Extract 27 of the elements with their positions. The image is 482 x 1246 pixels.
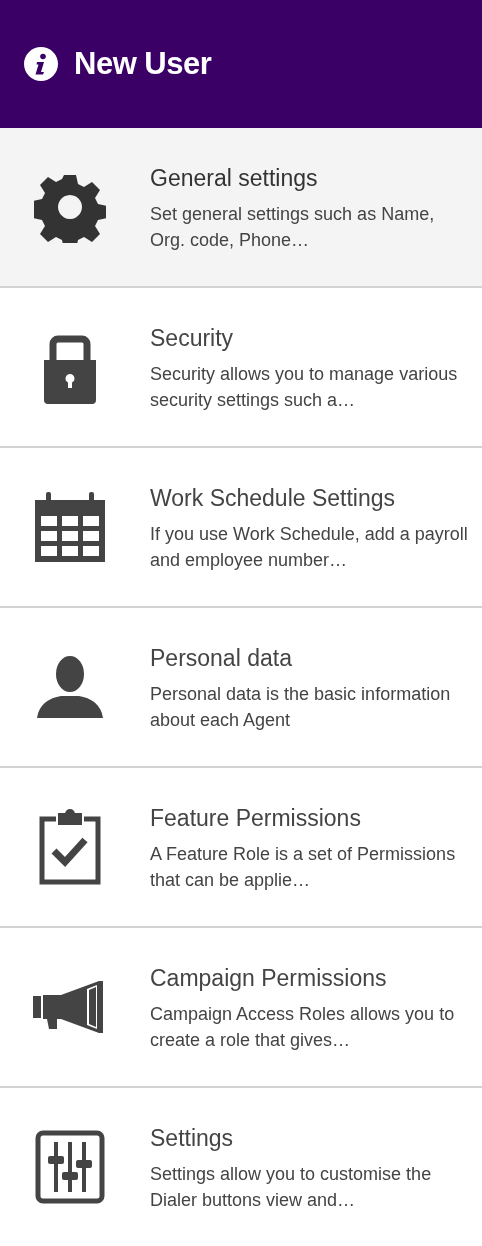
info-icon — [24, 47, 58, 81]
settings-list-item[interactable]: Feature Permissions A Feature Role is a set of Permissions that can be applie… — [0, 768, 482, 928]
item-description: If you use Work Schedule, add a payroll and employee number… — [150, 523, 469, 573]
item-title: Feature Permissions — [150, 803, 362, 833]
item-description: A Feature Role is a set of Permissions that can be applie… — [150, 843, 457, 893]
clipboard-check-icon — [38, 809, 102, 885]
settings-list-item[interactable]: Security Security allows you to manage various security settings such a… — [0, 288, 482, 448]
item-title: Settings — [150, 1123, 235, 1153]
item-description: Settings allow you to customise the Dialer buttons view and… — [150, 1163, 433, 1213]
settings-list-item[interactable]: Work Schedule Settings If you use Work Schedule, add a payroll and employee number… — [0, 448, 482, 608]
settings-list-item[interactable]: Personal data Personal data is the basic information about each Agent — [0, 608, 482, 768]
calendar-icon — [33, 492, 107, 562]
item-description: Security allows you to manage various security settings such a… — [150, 363, 459, 413]
page-title: New User — [74, 44, 212, 83]
item-description: Personal data is the basic information about each Agent — [150, 683, 452, 733]
item-title: Security — [150, 323, 235, 353]
item-title: General settings — [150, 163, 319, 193]
item-description: Campaign Access Roles allows you to create a role that gives… — [150, 1003, 456, 1053]
person-icon — [37, 656, 103, 718]
item-description: Set general settings such as Name, Org. code, Phone… — [150, 203, 436, 253]
sliders-icon — [35, 1130, 105, 1204]
item-title: Work Schedule Settings — [150, 483, 397, 513]
settings-list-item[interactable]: Settings Settings allow you to customise the Dialer buttons view and… — [0, 1088, 482, 1246]
item-title: Campaign Permissions — [150, 963, 388, 993]
item-title: Personal data — [150, 643, 293, 673]
settings-list-item[interactable]: General settings Set general settings such as Name, Org. code, Phone… — [0, 128, 482, 288]
settings-list-item[interactable]: Campaign Permissions Campaign Access Roles allows you to create a role that gives… — [0, 928, 482, 1088]
